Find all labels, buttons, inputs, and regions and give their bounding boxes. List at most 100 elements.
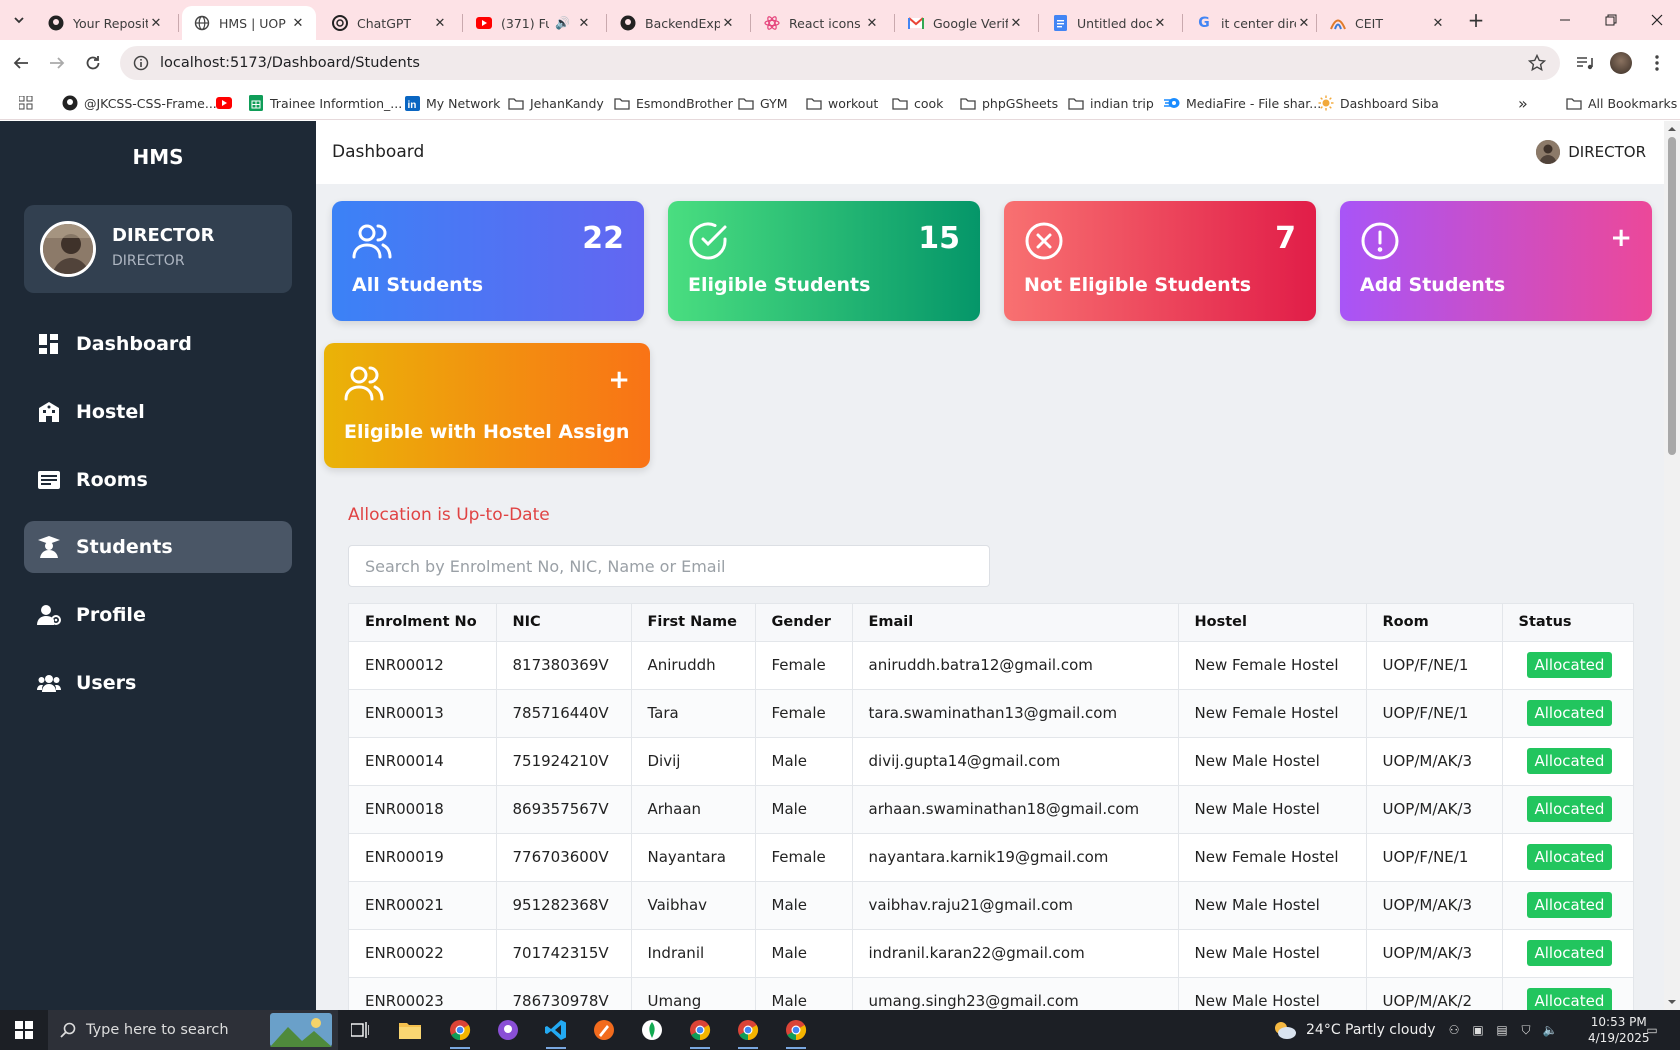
bookmark-item[interactable]: Dashboard Siba xyxy=(1318,94,1439,112)
bookmark-item[interactable] xyxy=(216,94,238,112)
browser-tab[interactable]: Google Verifi ✕ xyxy=(896,6,1034,40)
browser-menu-button[interactable] xyxy=(1644,50,1670,76)
volume-icon[interactable]: 🔈 xyxy=(1542,1022,1558,1038)
bookmark-item[interactable]: Trainee Informtion_... xyxy=(248,94,402,112)
clock[interactable]: 10:53 PM 4/19/2025 xyxy=(1588,1014,1650,1046)
start-button[interactable] xyxy=(0,1010,48,1050)
card-eligible-students[interactable]: 15 Eligible Students xyxy=(668,201,980,321)
column-header[interactable]: First Name xyxy=(631,604,756,642)
scroll-up-icon[interactable] xyxy=(1664,123,1680,135)
user-menu[interactable]: DIRECTOR xyxy=(1536,140,1646,164)
table-row[interactable]: ENR00021 951282368V Vaibhav Male vaibhav.raj… xyxy=(349,881,1633,930)
speaker-icon[interactable]: 🔊 xyxy=(555,16,570,30)
task-view-button[interactable] xyxy=(340,1014,380,1046)
close-icon[interactable]: ✕ xyxy=(432,15,448,31)
browser-tab[interactable]: (371) Futu 🔊 ✕ xyxy=(464,6,602,40)
sidebar-item-users[interactable]: Users xyxy=(24,657,292,709)
taskbar-chrome-profile-3[interactable] xyxy=(776,1014,816,1049)
card-add-students[interactable]: + Add Students xyxy=(1340,201,1652,321)
sidebar-item-profile[interactable]: Profile xyxy=(24,589,292,641)
taskbar-chrome-profile-2[interactable] xyxy=(728,1014,768,1049)
taskbar-file-explorer[interactable] xyxy=(390,1014,430,1046)
people-icon[interactable]: ⚇ xyxy=(1446,1022,1462,1038)
weather-widget[interactable]: 24°C Partly cloudy xyxy=(1272,1020,1436,1040)
table-row[interactable]: ENR00013 785716440V Tara Female tara.swamina… xyxy=(349,689,1633,738)
taskbar-chrome-profile-1[interactable] xyxy=(680,1014,720,1049)
browser-tab[interactable]: React icons s ✕ xyxy=(752,6,890,40)
apps-button[interactable] xyxy=(18,94,40,112)
bookmark-folder[interactable]: workout xyxy=(806,94,878,112)
bookmark-star-icon[interactable] xyxy=(1528,54,1546,72)
bookmark-folder[interactable]: phpGSheets xyxy=(960,94,1058,112)
table-row[interactable]: ENR00023 786730978V Umang Male umang.singh23… xyxy=(349,977,1633,1010)
table-row[interactable]: ENR00012 817380369V Aniruddh Female aniruddh… xyxy=(349,641,1633,690)
browser-tab[interactable]: BackendExpe ✕ xyxy=(608,6,746,40)
browser-tab[interactable]: ChatGPT ✕ xyxy=(320,6,458,40)
column-header[interactable]: Enrolment No xyxy=(349,604,497,642)
close-icon[interactable]: ✕ xyxy=(576,15,592,31)
more-bookmarks-button[interactable]: » xyxy=(1518,94,1528,113)
close-icon[interactable]: ✕ xyxy=(148,15,164,31)
column-header[interactable]: Hostel xyxy=(1178,604,1367,642)
taskbar-app[interactable] xyxy=(584,1014,624,1046)
browser-tab[interactable]: CEIT ✕ xyxy=(1318,6,1456,40)
bookmark-item[interactable]: in My Network xyxy=(404,94,500,112)
bookmark-item[interactable]: MediaFire - File shar... xyxy=(1164,94,1321,112)
close-icon[interactable]: ✕ xyxy=(864,15,880,31)
close-icon[interactable]: ✕ xyxy=(1008,15,1024,31)
notification-icon[interactable]: ▭ xyxy=(1644,1022,1660,1038)
sidebar-item-students[interactable]: Students xyxy=(24,521,292,573)
close-icon[interactable]: ✕ xyxy=(720,15,736,31)
network-icon[interactable]: ▤ xyxy=(1494,1022,1510,1038)
column-header[interactable]: NIC xyxy=(496,604,632,642)
card-eligible-hostel-assign[interactable]: + Eligible with Hostel Assign xyxy=(324,343,650,468)
reload-button[interactable] xyxy=(80,50,106,76)
close-icon[interactable]: ✕ xyxy=(290,15,306,31)
table-row[interactable]: ENR00014 751924210V Divij Male divij.gupta14… xyxy=(349,737,1633,786)
card-not-eligible-students[interactable]: 7 Not Eligible Students xyxy=(1004,201,1316,321)
brand-logo[interactable]: HMS xyxy=(0,145,316,169)
column-header[interactable]: Email xyxy=(852,604,1179,642)
table-row[interactable]: ENR00018 869357567V Arhaan Male arhaan.swami… xyxy=(349,785,1633,834)
search-input[interactable] xyxy=(348,545,990,587)
restore-button[interactable] xyxy=(1588,0,1634,40)
bookmark-folder[interactable]: indian trip xyxy=(1068,94,1154,112)
security-icon[interactable]: ⛉ xyxy=(1518,1022,1534,1038)
column-header[interactable]: Room xyxy=(1366,604,1503,642)
taskbar-github-desktop[interactable] xyxy=(488,1014,528,1046)
scroll-down-icon[interactable] xyxy=(1664,996,1680,1008)
column-header[interactable]: Gender xyxy=(755,604,853,642)
bookmark-folder[interactable]: GYM xyxy=(738,94,787,112)
browser-tab-active[interactable]: HMS | UOP ✕ xyxy=(182,6,316,40)
media-controls-button[interactable] xyxy=(1572,50,1598,76)
browser-tab[interactable]: Your Reposito ✕ xyxy=(36,6,174,40)
profile-card[interactable]: DIRECTOR DIRECTOR xyxy=(24,205,292,293)
minimize-button[interactable] xyxy=(1542,0,1588,40)
page-scrollbar[interactable] xyxy=(1664,121,1680,1010)
address-bar[interactable]: localhost:5173/Dashboard/Students xyxy=(120,46,1560,80)
url-text[interactable]: localhost:5173/Dashboard/Students xyxy=(160,55,420,71)
sidebar-item-hostel[interactable]: Hostel xyxy=(24,386,292,438)
tab-search-button[interactable] xyxy=(6,7,32,33)
sidebar-item-rooms[interactable]: Rooms xyxy=(24,454,292,506)
card-all-students[interactable]: 22 All Students xyxy=(332,201,644,321)
new-tab-button[interactable]: + xyxy=(1464,8,1488,32)
close-icon[interactable]: ✕ xyxy=(1430,15,1446,31)
bookmark-item[interactable]: @JKCSS-CSS-Frame... xyxy=(62,94,217,112)
bookmark-folder[interactable]: cook xyxy=(892,94,943,112)
close-window-button[interactable] xyxy=(1634,0,1680,40)
meet-now-icon[interactable]: ▣ xyxy=(1470,1022,1486,1038)
table-row[interactable]: ENR00022 701742315V Indranil Male indranil.k… xyxy=(349,929,1633,978)
profile-button[interactable] xyxy=(1608,50,1634,76)
scrollbar-thumb[interactable] xyxy=(1668,137,1676,455)
bookmark-folder[interactable]: EsmondBrother xyxy=(614,94,733,112)
taskbar-mongodb[interactable] xyxy=(632,1014,672,1046)
site-info-icon[interactable] xyxy=(126,55,156,71)
taskbar-chrome[interactable] xyxy=(440,1014,480,1049)
bookmark-folder[interactable]: JehanKandy xyxy=(508,94,604,112)
sidebar-item-dashboard[interactable]: Dashboard xyxy=(24,318,292,370)
close-icon[interactable]: ✕ xyxy=(1296,15,1312,31)
close-icon[interactable]: ✕ xyxy=(1152,15,1168,31)
taskbar-vscode[interactable] xyxy=(536,1014,576,1049)
taskbar-search[interactable]: Type here to search xyxy=(48,1010,338,1050)
